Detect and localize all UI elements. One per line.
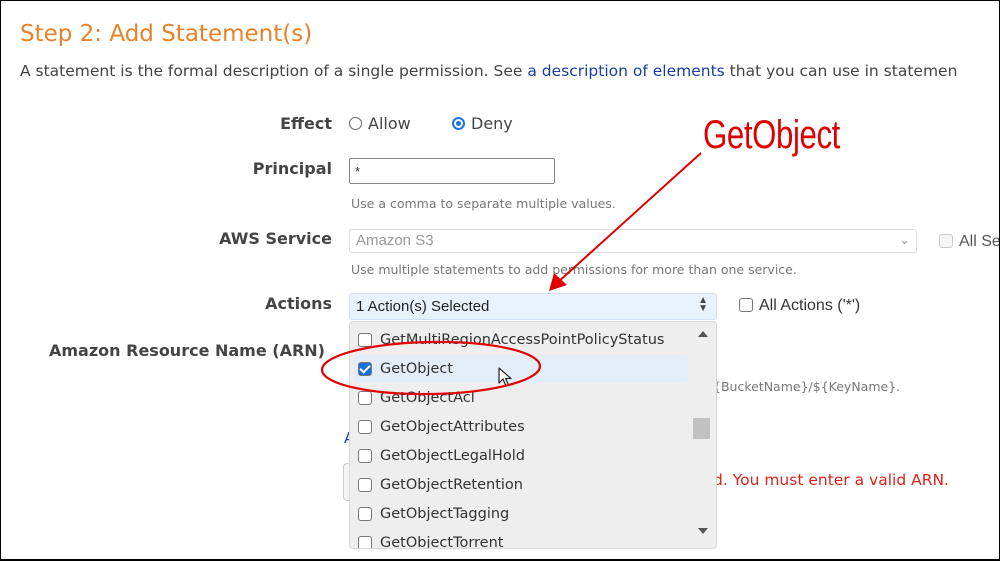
arn-error-message: d. You must enter a valid ARN. [713, 471, 949, 489]
scroll-down-arrow-icon[interactable] [698, 528, 708, 534]
action-option[interactable]: GetObjectLegalHold [350, 442, 690, 470]
all-services-label: All Se [959, 233, 1000, 250]
deny-label: Deny [471, 114, 513, 133]
allow-radio[interactable] [349, 117, 362, 130]
chevron-down-icon: ⌄ [899, 232, 910, 247]
allow-label: Allow [368, 114, 411, 133]
arn-label: Amazon Resource Name (ARN) [49, 341, 325, 360]
action-option-selected[interactable]: GetObject [354, 355, 688, 383]
all-services-checkbox[interactable] [939, 234, 953, 248]
intro-suffix: that you can use in statemen [724, 62, 958, 80]
page-title: Step 2: Add Statement(s) [20, 21, 313, 47]
action-option[interactable]: GetObjectAcl [350, 384, 690, 412]
principal-hint: Use a comma to separate multiple values. [351, 196, 616, 211]
aws-service-value: Amazon S3 [356, 232, 434, 249]
annotation-label: GetObject [703, 113, 840, 157]
action-option[interactable]: GetObjectTorrent [350, 529, 690, 549]
intro-prefix: A statement is the formal description of… [20, 62, 528, 80]
aws-service-select[interactable]: Amazon S3 ⌄ [349, 229, 917, 253]
action-option[interactable]: GetObjectAttributes [350, 413, 690, 441]
aws-service-label: AWS Service [219, 229, 332, 248]
action-checkbox[interactable] [358, 478, 372, 492]
all-actions-label: All Actions ('*') [759, 297, 861, 314]
elements-description-link[interactable]: a description of elements [527, 62, 724, 80]
action-option-label: GetMultiRegionAccessPointPolicyStatus [380, 332, 665, 348]
action-option-label: GetObject [380, 361, 454, 377]
action-checkbox-checked[interactable] [358, 362, 372, 376]
action-option[interactable]: GetObjectTagging [350, 500, 690, 528]
action-checkbox[interactable] [358, 536, 372, 548]
arn-hint: {BucketName}/${KeyName}. [713, 379, 901, 394]
action-option-label: GetObjectLegalHold [380, 448, 525, 464]
dropdown-scrollbar[interactable] [690, 322, 716, 548]
action-option-label: GetObjectRetention [380, 477, 523, 493]
action-option-label: GetObjectTorrent [380, 535, 504, 549]
deny-radio[interactable] [452, 117, 465, 130]
action-option-label: GetObjectTagging [380, 506, 510, 522]
principal-label: Principal [252, 159, 332, 178]
action-option[interactable]: GetMultiRegionAccessPointPolicyStatus [350, 326, 690, 354]
action-option-label: GetObjectAttributes [380, 419, 525, 435]
principal-input[interactable] [349, 158, 555, 184]
scrollbar-thumb[interactable] [693, 418, 710, 439]
aws-service-hint: Use multiple statements to add permissio… [351, 262, 797, 277]
effect-deny-option[interactable]: Deny [452, 114, 513, 133]
effect-label: Effect [280, 114, 332, 133]
action-checkbox[interactable] [358, 420, 372, 434]
actions-select-value: 1 Action(s) Selected [356, 298, 490, 315]
intro-text: A statement is the formal description of… [20, 62, 957, 80]
action-checkbox[interactable] [358, 333, 372, 347]
actions-label: Actions [265, 294, 332, 313]
all-actions-checkbox[interactable] [739, 298, 753, 312]
actions-select[interactable]: 1 Action(s) Selected ▲ ▼ [349, 293, 717, 320]
mouse-pointer-icon [498, 367, 512, 387]
actions-dropdown-list[interactable]: GetMultiRegionAccessPointPolicyStatus Ge… [349, 321, 717, 549]
action-checkbox[interactable] [358, 507, 372, 521]
action-option[interactable]: GetObjectRetention [350, 471, 690, 499]
action-checkbox[interactable] [358, 449, 372, 463]
all-actions-option[interactable]: All Actions ('*') [739, 297, 860, 315]
action-checkbox[interactable] [358, 391, 372, 405]
scroll-up-arrow-icon[interactable] [698, 331, 708, 337]
effect-allow-option[interactable]: Allow [349, 114, 411, 133]
page-frame: Step 2: Add Statement(s) A statement is … [0, 0, 1000, 561]
all-services-option[interactable]: All Se [939, 233, 1000, 251]
updown-arrows-icon: ▲ ▼ [698, 295, 708, 314]
action-option-label: GetObjectAcl [380, 390, 475, 406]
